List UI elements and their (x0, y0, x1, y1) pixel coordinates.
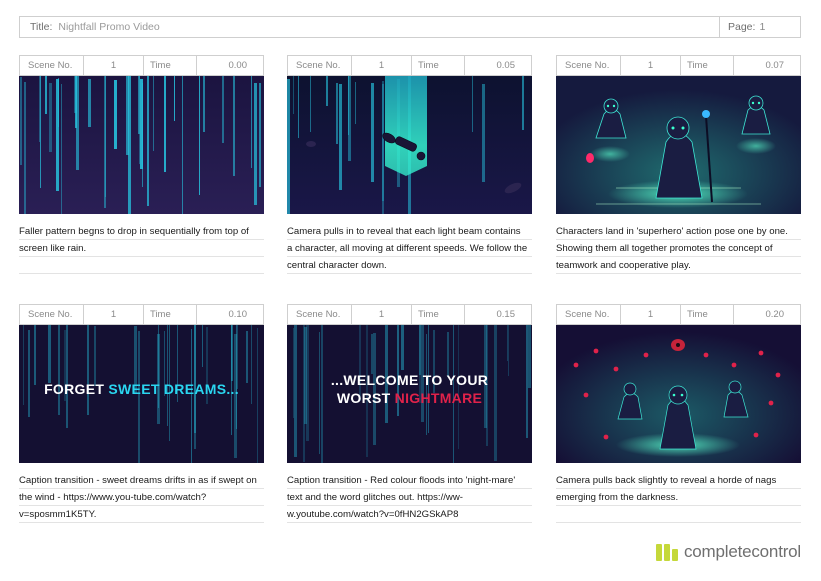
panel-header: Scene No. 1 Time 0.00 (19, 55, 264, 76)
scene-label: Scene No. (557, 56, 621, 75)
caption-line-2: WORST NIGHTMARE (287, 389, 532, 407)
scene-number: 1 (84, 56, 144, 75)
panel-header: Scene No. 1 Time 0.15 (287, 304, 532, 325)
character-in-beam-illustration (287, 76, 532, 214)
time-label: Time (412, 305, 465, 324)
frame-caption-nightmare: ...WELCOME TO YOUR WORST NIGHTMARE (287, 325, 532, 463)
scene-description: Caption transition - Red colour floods i… (287, 472, 532, 527)
time-value: 0.00 (228, 60, 248, 71)
description-text: Camera pulls back slightly to reveal a h… (556, 475, 777, 503)
frame-superhero-landing (556, 76, 801, 214)
storyboard-panel-1: Scene No. 1 Time 0.00 Faller pattern beg… (19, 55, 264, 278)
description-text: Characters land in 'superhero' action po… (556, 226, 788, 271)
caption-sweet-dreams-text: SWEET DREAMS... (108, 381, 239, 397)
caption-welcome: ...WELCOME TO YOUR WORST NIGHTMARE (287, 371, 532, 407)
complete-control-logo: completecontrol (656, 542, 801, 562)
scene-label: Scene No. (288, 305, 352, 324)
time-label: Time (144, 56, 197, 75)
scene-description: Caption transition - sweet dreams drifts… (19, 472, 264, 527)
characters-landing-illustration (556, 76, 801, 214)
scene-label: Scene No. (557, 305, 621, 324)
scene-label: Scene No. (20, 56, 84, 75)
logo-text: completecontrol (684, 542, 802, 561)
time-value: 0.07 (765, 60, 785, 71)
time-value: 0.15 (496, 309, 516, 320)
horde-emerging-illustration (556, 325, 801, 463)
scene-description: Camera pulls in to reveal that each ligh… (287, 223, 532, 278)
title-bar: Title: Nightfall Promo Video Page: 1 (19, 16, 801, 38)
scene-number: 1 (621, 305, 681, 324)
description-text: Caption transition - sweet dreams drifts… (19, 475, 257, 520)
time-label: Time (412, 56, 465, 75)
title-value: Nightfall Promo Video (58, 21, 160, 33)
time-label: Time (681, 56, 734, 75)
storyboard-panel-3: Scene No. 1 Time 0.07 Characters land in… (556, 55, 801, 278)
description-text: Faller pattern begns to drop in sequenti… (19, 226, 249, 254)
panel-header: Scene No. 1 Time 0.05 (287, 55, 532, 76)
panel-header: Scene No. 1 Time 0.20 (556, 304, 801, 325)
logo-mark-icon (656, 543, 678, 561)
time-label: Time (681, 305, 734, 324)
storyboard-panel-6: Scene No. 1 Time 0.20 Camera pulls back … (556, 304, 801, 527)
time-value: 0.10 (228, 309, 248, 320)
frame-character-beam (287, 76, 532, 214)
panel-header: Scene No. 1 Time 0.07 (556, 55, 801, 76)
caption-nightmare: NIGHTMARE (394, 390, 483, 406)
storyboard-panel-4: Scene No. 1 Time 0.10 FORGET SWEET DREAM… (19, 304, 264, 527)
page-value: 1 (759, 21, 766, 33)
storyboard-panel-5: Scene No. 1 Time 0.15 ...WELCOME TO YOUR… (287, 304, 532, 527)
panel-header: Scene No. 1 Time 0.10 (19, 304, 264, 325)
scene-description: Faller pattern begns to drop in sequenti… (19, 223, 264, 278)
caption-worst: WORST (336, 390, 395, 406)
scene-number: 1 (352, 305, 412, 324)
scene-number: 1 (621, 56, 681, 75)
frame-caption-sweet-dreams: FORGET SWEET DREAMS... (19, 325, 264, 463)
storyboard-panel-2: Scene No. 1 Time 0.05 Camera pulls in to… (287, 55, 532, 278)
time-label: Time (144, 305, 197, 324)
title-cell: Title: Nightfall Promo Video (20, 17, 720, 37)
scene-label: Scene No. (20, 305, 84, 324)
scene-number: 1 (352, 56, 412, 75)
time-value: 0.20 (765, 309, 785, 320)
scene-description: Camera pulls back slightly to reveal a h… (556, 472, 801, 527)
title-label: Title: (30, 21, 53, 33)
frame-falling-beams (19, 76, 264, 214)
scene-description: Characters land in 'superhero' action po… (556, 223, 801, 278)
caption-line-1: ...WELCOME TO YOUR (330, 372, 489, 388)
time-value: 0.05 (496, 60, 516, 71)
caption-forget: FORGET (44, 381, 109, 397)
caption-sweet-dreams: FORGET SWEET DREAMS... (19, 381, 264, 397)
scene-label: Scene No. (288, 56, 352, 75)
description-text: Camera pulls in to reveal that each ligh… (287, 226, 528, 271)
frame-horde (556, 325, 801, 463)
scene-number: 1 (84, 305, 144, 324)
page-label: Page: (728, 21, 756, 33)
page-cell: Page: 1 (720, 17, 800, 37)
rain-beams-illustration (19, 76, 264, 214)
description-text: Caption transition - Red colour floods i… (287, 475, 516, 520)
